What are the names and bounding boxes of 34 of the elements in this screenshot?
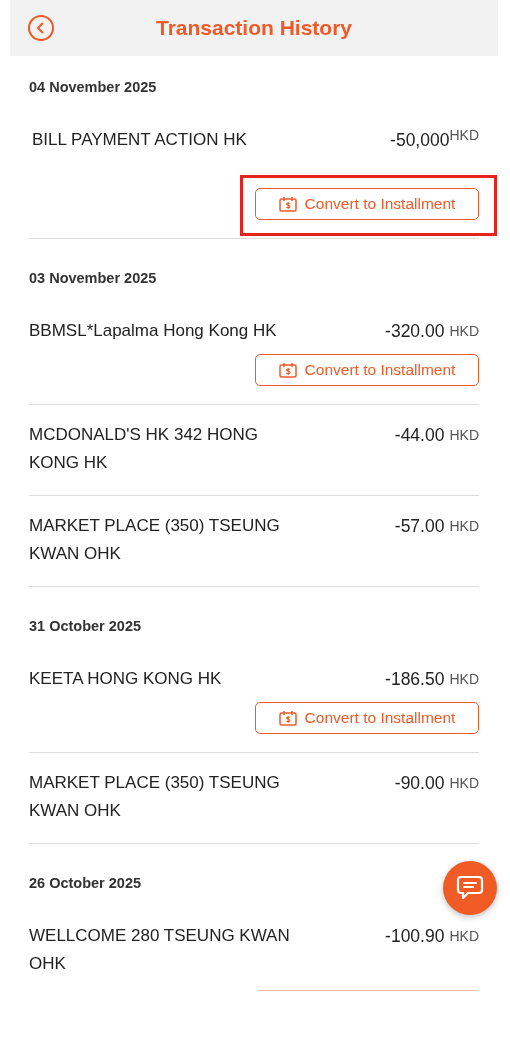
currency-label: HKD — [449, 126, 479, 143]
date-heading: 31 October 2025 — [29, 618, 143, 634]
amount: -57.00 — [394, 515, 445, 538]
merchant-name: BILL PAYMENT ACTION HK — [32, 129, 248, 151]
amount: -320.00 — [385, 320, 445, 343]
amount: -100.90 — [385, 925, 445, 948]
currency-label: HKD — [449, 322, 479, 341]
amount: -44.00 — [394, 424, 445, 447]
convert-to-installment-button[interactable]: Convert to Installment — [255, 702, 479, 734]
convert-to-installment-button[interactable]: Convert to Installment — [255, 188, 479, 220]
date-heading: 03 November 2025 — [29, 270, 158, 286]
calendar-dollar-icon — [278, 710, 297, 726]
calendar-dollar-icon — [278, 196, 297, 212]
merchant-name: BBMSL*Lapalma Hong Kong HK — [29, 320, 278, 342]
chat-button[interactable] — [443, 861, 497, 915]
back-icon[interactable] — [27, 14, 55, 42]
convert-to-installment-button[interactable]: Convert to Installment — [255, 354, 479, 386]
amount: -186.50 — [385, 668, 445, 691]
calendar-dollar-icon — [278, 362, 297, 378]
currency-label: HKD — [449, 517, 479, 536]
page-title: Transaction History — [155, 16, 353, 40]
currency-label: HKD — [449, 426, 479, 445]
merchant-name: MARKET PLACE (350) TSEUNG KWAN OHK — [29, 772, 281, 822]
currency-label: HKD — [449, 927, 479, 946]
date-heading: 26 October 2025 — [29, 875, 143, 891]
merchant-name: KEETA HONG KONG HK — [29, 668, 223, 690]
currency-label: HKD — [449, 670, 479, 689]
amount: -50,000 — [390, 129, 450, 152]
amount: -90.00 — [394, 772, 445, 795]
merchant-name: WELLCOME 280 TSEUNG KWAN OHK — [29, 925, 291, 975]
date-heading: 04 November 2025 — [29, 79, 158, 95]
merchant-name: MCDONALD'S HK 342 HONG KONG HK — [29, 424, 260, 474]
merchant-name: MARKET PLACE (350) TSEUNG KWAN OHK — [29, 515, 281, 565]
currency-label: HKD — [449, 774, 479, 793]
